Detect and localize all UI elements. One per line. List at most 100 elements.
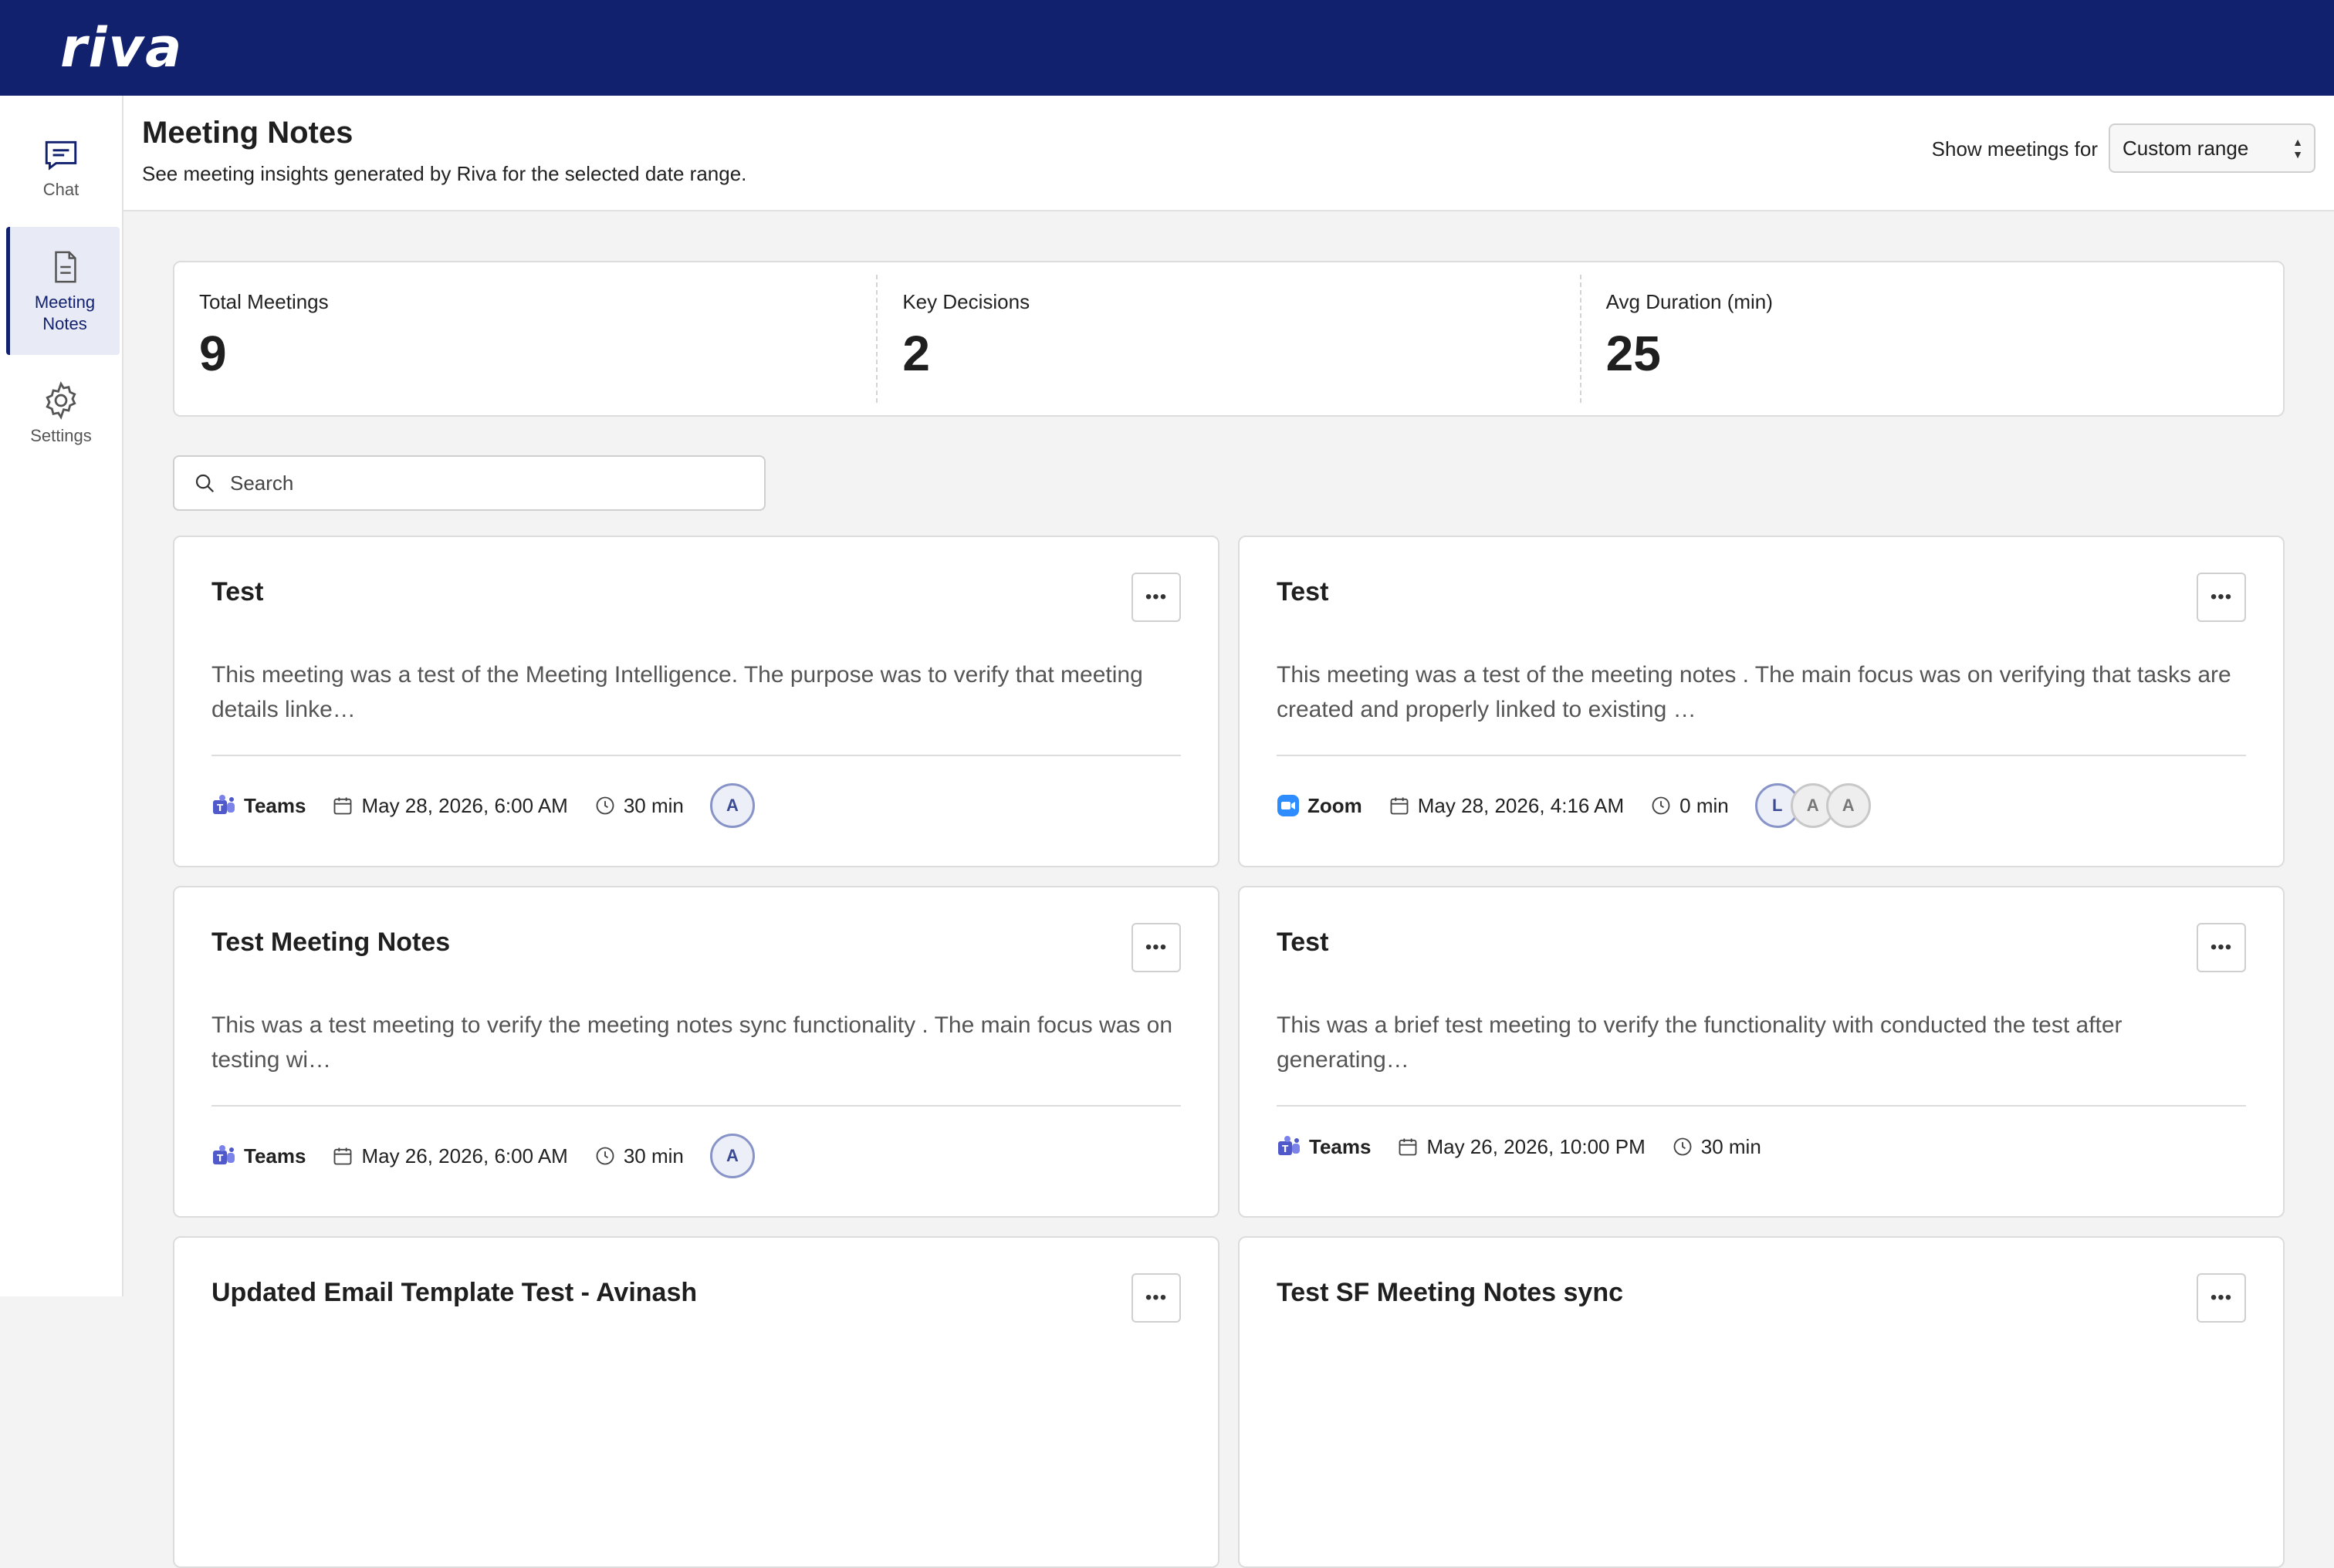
- date-range-label: Show meetings for: [1931, 137, 2098, 161]
- meeting-card[interactable]: Test ••• This meeting was a test of the …: [173, 536, 1219, 867]
- chat-icon: [45, 140, 77, 171]
- date-label: May 26, 2026, 10:00 PM: [1426, 1134, 1646, 1158]
- top-bar: riva: [0, 0, 2334, 96]
- calendar-icon: [1390, 797, 1409, 815]
- attendee-avatars: A: [709, 1134, 755, 1178]
- svg-text:T: T: [217, 1153, 224, 1164]
- clock-icon: [596, 796, 614, 815]
- page-header: Meeting Notes See meeting insights gener…: [123, 96, 2334, 211]
- stat-value: 9: [199, 326, 227, 381]
- meeting-title: Test Meeting Notes: [211, 928, 451, 957]
- meeting-platform: T Teams: [211, 1144, 306, 1168]
- sidebar-item-settings[interactable]: Settings: [6, 375, 116, 452]
- meeting-title: Test: [1277, 577, 1329, 607]
- riva-logo[interactable]: riva: [60, 16, 183, 79]
- meeting-meta: T Teams May 26, 2026, 6:00 AM 30 min A: [211, 1131, 755, 1181]
- attendee-avatars: L A A: [1754, 783, 1871, 828]
- select-arrows-icon: ▲ ▼: [2292, 136, 2303, 161]
- gear-icon: [46, 381, 76, 420]
- svg-text:T: T: [217, 803, 224, 813]
- attendee-avatars: A: [709, 783, 755, 828]
- stat-label: Key Decisions: [902, 290, 1030, 313]
- more-options-button[interactable]: •••: [1131, 1273, 1181, 1323]
- stat-avg-duration: Avg Duration (min) 25: [1579, 275, 2283, 403]
- platform-label: Teams: [1309, 1134, 1372, 1158]
- stat-label: Total Meetings: [199, 290, 329, 313]
- meeting-date: May 26, 2026, 6:00 AM: [332, 1144, 568, 1168]
- meeting-duration: 30 min: [594, 794, 684, 818]
- card-divider: [211, 1105, 1181, 1107]
- stat-label: Avg Duration (min): [1605, 290, 1773, 313]
- meeting-meta: T Teams May 26, 2026, 10:00 PM 30 min: [1277, 1122, 1788, 1171]
- meeting-card[interactable]: Updated Email Template Test - Avinash ••…: [173, 1236, 1219, 1568]
- duration-label: 30 min: [623, 793, 684, 817]
- svg-text:T: T: [1282, 1144, 1289, 1154]
- page-title: Meeting Notes: [142, 116, 353, 150]
- search-input[interactable]: [228, 470, 726, 496]
- meeting-summary: This was a brief test meeting to verify …: [1277, 1012, 2123, 1073]
- meeting-meta: T Teams May 28, 2026, 6:00 AM 30 min A: [211, 781, 755, 830]
- meeting-title: Updated Email Template Test - Avinash: [211, 1278, 698, 1307]
- date-label: May 26, 2026, 6:00 AM: [361, 1144, 568, 1168]
- teams-icon: T: [213, 1145, 235, 1164]
- meeting-platform: T Teams: [211, 794, 306, 818]
- duration-label: 30 min: [623, 1144, 684, 1168]
- sidebar-item-meeting-notes[interactable]: Meeting Notes: [6, 227, 120, 355]
- clock-icon: [1673, 1137, 1692, 1156]
- sidebar-item-label: Chat: [42, 180, 79, 199]
- platform-label: Teams: [244, 1144, 306, 1168]
- meeting-title: Test: [211, 577, 264, 607]
- calendar-icon: [334, 1147, 352, 1165]
- more-options-button[interactable]: •••: [2197, 573, 2246, 622]
- clock-icon: [1652, 796, 1670, 815]
- calendar-icon: [1399, 1138, 1417, 1156]
- meeting-summary: This was a test meeting to verify the me…: [211, 1012, 1173, 1073]
- sidebar-item-chat[interactable]: Chat: [6, 130, 116, 207]
- calendar-icon: [334, 797, 352, 815]
- more-options-button[interactable]: •••: [1131, 573, 1181, 622]
- sidebar-item-label: Settings: [30, 426, 92, 445]
- teams-icon: T: [1278, 1136, 1300, 1155]
- meeting-card[interactable]: Test ••• This meeting was a test of the …: [1238, 536, 2285, 867]
- stat-key-decisions: Key Decisions 2: [876, 275, 1579, 403]
- meeting-duration: 0 min: [1650, 794, 1729, 818]
- meeting-date: May 28, 2026, 6:00 AM: [332, 794, 568, 818]
- card-divider: [1277, 755, 2246, 756]
- stats-panel: Total Meetings 9 Key Decisions 2 Avg Dur…: [173, 261, 2285, 417]
- search-box: [173, 455, 766, 511]
- date-range-select[interactable]: Custom range ▲ ▼: [2109, 123, 2315, 173]
- meeting-duration: 30 min: [594, 1144, 684, 1168]
- meeting-summary: This meeting was a test of the Meeting I…: [211, 662, 1143, 722]
- stat-value: 25: [1605, 326, 1661, 381]
- duration-label: 30 min: [1700, 1134, 1761, 1158]
- meeting-summary: This meeting was a test of the meeting n…: [1277, 662, 2231, 722]
- meeting-card[interactable]: Test ••• This was a brief test meeting t…: [1238, 886, 2285, 1218]
- duration-label: 0 min: [1679, 793, 1729, 817]
- zoom-icon: [1277, 795, 1299, 816]
- search-icon: [195, 474, 215, 493]
- page-subtitle: See meeting insights generated by Riva f…: [142, 162, 747, 185]
- avatar[interactable]: A: [709, 783, 755, 828]
- date-label: May 28, 2026, 4:16 AM: [1417, 793, 1625, 817]
- meeting-platform: Zoom: [1277, 794, 1362, 818]
- document-icon: [55, 251, 76, 283]
- meeting-card[interactable]: Test SF Meeting Notes sync •••: [1238, 1236, 2285, 1568]
- stat-total-meetings: Total Meetings 9: [174, 262, 876, 415]
- clock-icon: [596, 1147, 614, 1165]
- meeting-date: May 26, 2026, 10:00 PM: [1397, 1134, 1646, 1159]
- more-options-button[interactable]: •••: [2197, 1273, 2246, 1323]
- more-options-button[interactable]: •••: [1131, 923, 1181, 972]
- avatar[interactable]: A: [709, 1134, 755, 1178]
- meeting-platform: T Teams: [1277, 1135, 1371, 1159]
- avatar[interactable]: A: [1825, 783, 1871, 828]
- platform-label: Teams: [244, 793, 306, 817]
- meeting-title: Test SF Meeting Notes sync: [1277, 1278, 1624, 1307]
- meeting-card[interactable]: Test Meeting Notes ••• This was a test m…: [173, 886, 1219, 1218]
- platform-label: Zoom: [1307, 793, 1362, 817]
- more-options-button[interactable]: •••: [2197, 923, 2246, 972]
- teams-icon: T: [213, 795, 235, 814]
- card-divider: [1277, 1105, 2246, 1107]
- date-range-value: Custom range: [2123, 136, 2249, 160]
- meeting-date: May 28, 2026, 4:16 AM: [1389, 794, 1624, 818]
- sidebar-item-label: Meeting Notes: [34, 292, 96, 333]
